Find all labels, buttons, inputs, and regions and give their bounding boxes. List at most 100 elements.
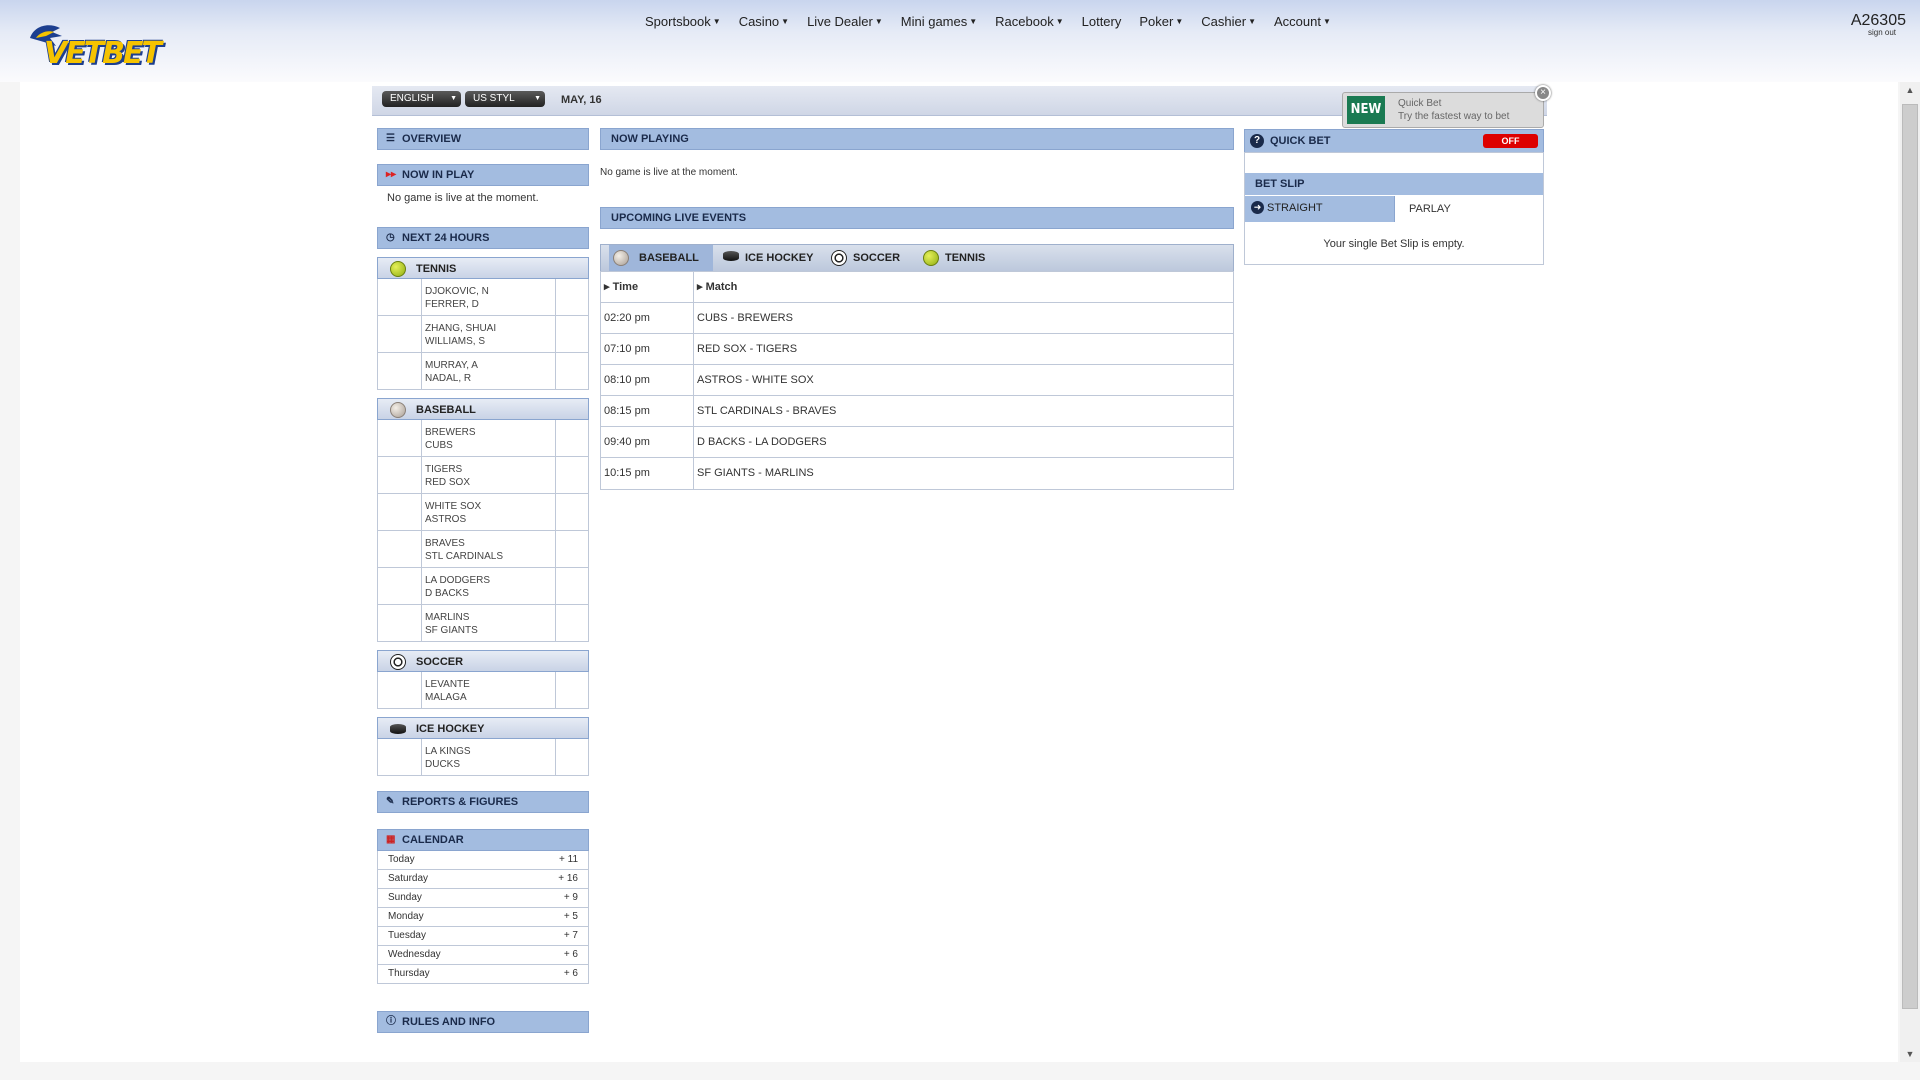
match-column-header[interactable]: ▸ Match <box>697 272 737 302</box>
scroll-up-icon[interactable]: ▲ <box>1900 82 1920 98</box>
nav-item-poker[interactable]: Poker ▼ <box>1130 14 1192 29</box>
straight-label: STRAIGHT <box>1267 202 1323 214</box>
nav-item-account[interactable]: Account ▼ <box>1265 14 1340 29</box>
team-home: TIGERS <box>425 464 463 475</box>
soccer-ball-icon <box>390 654 406 670</box>
tab-soccer[interactable]: SOCCER <box>827 245 913 271</box>
match-teams: TIGERS RED SOX <box>425 463 470 489</box>
match-cell <box>555 739 588 775</box>
rules-header[interactable]: ⓘ RULES AND INFO <box>377 1011 589 1033</box>
table-row[interactable]: 10:15 pm SF GIANTS - MARLINS <box>601 458 1233 489</box>
tab-baseball[interactable]: BASEBALL <box>609 245 713 271</box>
sport-tabs: BASEBALL ICE HOCKEY SOCCER TENNIS <box>600 244 1234 272</box>
list-item[interactable]: WHITE SOX ASTROS <box>377 494 589 531</box>
list-item[interactable]: BRAVES STL CARDINALS <box>377 531 589 568</box>
match-cell <box>378 279 422 315</box>
table-row[interactable]: 08:10 pm ASTROS - WHITE SOX <box>601 365 1233 396</box>
help-icon[interactable]: ? <box>1250 134 1264 148</box>
vetbet-logo[interactable]: VETBET <box>26 18 162 74</box>
match-teams: MARLINS SF GIANTS <box>425 611 478 637</box>
team-away: DUCKS <box>425 759 461 770</box>
match-cell <box>555 531 588 567</box>
language-value: ENGLISH <box>390 93 434 104</box>
close-icon[interactable]: × <box>1535 85 1551 101</box>
calendar-row[interactable]: Sunday + 9 <box>377 889 589 908</box>
tab-label: SOCCER <box>853 252 901 264</box>
calendar-row[interactable]: Tuesday + 7 <box>377 927 589 946</box>
tab-ice-hockey[interactable]: ICE HOCKEY <box>719 245 821 271</box>
chevron-down-icon: ▼ <box>874 17 883 26</box>
bet-slip-panel: BET SLIP ➜ STRAIGHT PARLAY Your single Be… <box>1244 152 1544 265</box>
table-row[interactable]: 09:40 pm D BACKS - LA DODGERS <box>601 427 1233 458</box>
table-row[interactable]: 02:20 pm CUBS - BREWERS <box>601 303 1233 334</box>
list-item[interactable]: LEVANTE MALAGA <box>377 672 589 709</box>
list-item[interactable]: MARLINS SF GIANTS <box>377 605 589 642</box>
team-home: DJOKOVIC, N <box>425 286 489 297</box>
tab-label: TENNIS <box>945 252 986 264</box>
nav-item-label: Poker <box>1139 14 1174 29</box>
calendar-row[interactable]: Wednesday + 6 <box>377 946 589 965</box>
tab-parlay[interactable]: PARLAY <box>1395 196 1543 222</box>
sport-header-soccer[interactable]: SOCCER <box>377 650 589 672</box>
calendar-header[interactable]: ▦ CALENDAR <box>377 829 589 851</box>
tennis-ball-icon <box>390 261 406 277</box>
nav-item-casino[interactable]: Casino ▼ <box>730 14 798 29</box>
match-cell <box>378 568 422 604</box>
scroll-down-icon[interactable]: ▼ <box>1900 1046 1920 1062</box>
table-row[interactable]: 08:15 pm STL CARDINALS - BRAVES <box>601 396 1233 427</box>
sign-out-link[interactable]: sign out <box>1868 28 1896 37</box>
match-cell <box>555 316 588 352</box>
next-24-label: NEXT 24 HOURS <box>402 232 490 244</box>
calendar-day: Wednesday <box>388 949 441 960</box>
sport-header-baseball[interactable]: BASEBALL <box>377 398 589 420</box>
column-divider <box>693 458 694 489</box>
nav-item-lottery[interactable]: Lottery <box>1073 14 1131 29</box>
tab-tennis[interactable]: TENNIS <box>919 245 999 271</box>
sport-header-tennis[interactable]: TENNIS <box>377 257 589 279</box>
calendar-row[interactable]: Today + 11 <box>377 851 589 870</box>
reports-header[interactable]: ✎ REPORTS & FIGURES <box>377 791 589 813</box>
now-in-play-header[interactable]: ▸▸ NOW IN PLAY <box>377 164 589 186</box>
arrow-right-icon: ➜ <box>1251 201 1264 214</box>
vertical-scrollbar[interactable]: ▲ ▼ <box>1900 82 1920 1062</box>
table-header-row: ▸ Time ▸ Match <box>601 272 1233 303</box>
sport-header-ice-hockey[interactable]: ICE HOCKEY <box>377 717 589 739</box>
tab-straight[interactable]: ➜ STRAIGHT <box>1245 196 1395 222</box>
list-item[interactable]: MURRAY, A NADAL, R <box>377 353 589 390</box>
calendar-count: + 16 <box>558 873 578 884</box>
calendar-row[interactable]: Saturday + 16 <box>377 870 589 889</box>
next-24-hours-header[interactable]: ◷ NEXT 24 HOURS <box>377 227 589 249</box>
odds-style-select[interactable]: US STYL ▼ <box>465 91 545 107</box>
nav-item-live-dealer[interactable]: Live Dealer ▼ <box>798 14 892 29</box>
pencil-icon: ✎ <box>386 796 395 807</box>
soccer-ball-icon <box>831 250 847 266</box>
overview-label: OVERVIEW <box>402 133 462 145</box>
column-divider <box>693 427 694 457</box>
tab-label: BASEBALL <box>639 252 699 264</box>
team-away: RED SOX <box>425 477 471 488</box>
overview-header[interactable]: ☰ OVERVIEW <box>377 128 589 150</box>
nav-item-cashier[interactable]: Cashier ▼ <box>1192 14 1265 29</box>
list-item[interactable]: BREWERS CUBS <box>377 420 589 457</box>
list-item[interactable]: LA DODGERS D BACKS <box>377 568 589 605</box>
nav-item-sportsbook[interactable]: Sportsbook ▼ <box>636 14 730 29</box>
list-item[interactable]: ZHANG, SHUAI WILLIAMS, S <box>377 316 589 353</box>
scrollbar-thumb[interactable] <box>1902 104 1918 1009</box>
table-row[interactable]: 07:10 pm RED SOX - TIGERS <box>601 334 1233 365</box>
page-body <box>20 82 1898 1062</box>
team-home: BREWERS <box>425 427 476 438</box>
calendar-row[interactable]: Thursday + 6 <box>377 965 589 984</box>
match-cell <box>555 568 588 604</box>
sport-name: ICE HOCKEY <box>416 723 485 735</box>
list-item[interactable]: LA KINGS DUCKS <box>377 739 589 776</box>
list-item[interactable]: DJOKOVIC, N FERRER, D <box>377 279 589 316</box>
quick-bet-toggle[interactable]: OFF <box>1483 134 1538 148</box>
calendar-row[interactable]: Monday + 5 <box>377 908 589 927</box>
nav-item-mini-games[interactable]: Mini games ▼ <box>892 14 986 29</box>
nav-item-racebook[interactable]: Racebook ▼ <box>986 14 1072 29</box>
list-item[interactable]: TIGERS RED SOX <box>377 457 589 494</box>
time-column-header[interactable]: ▸ Time <box>604 272 638 302</box>
language-select[interactable]: ENGLISH ▼ <box>382 91 461 107</box>
match-teams: LA KINGS DUCKS <box>425 745 471 771</box>
event-match: SF GIANTS - MARLINS <box>697 467 814 479</box>
